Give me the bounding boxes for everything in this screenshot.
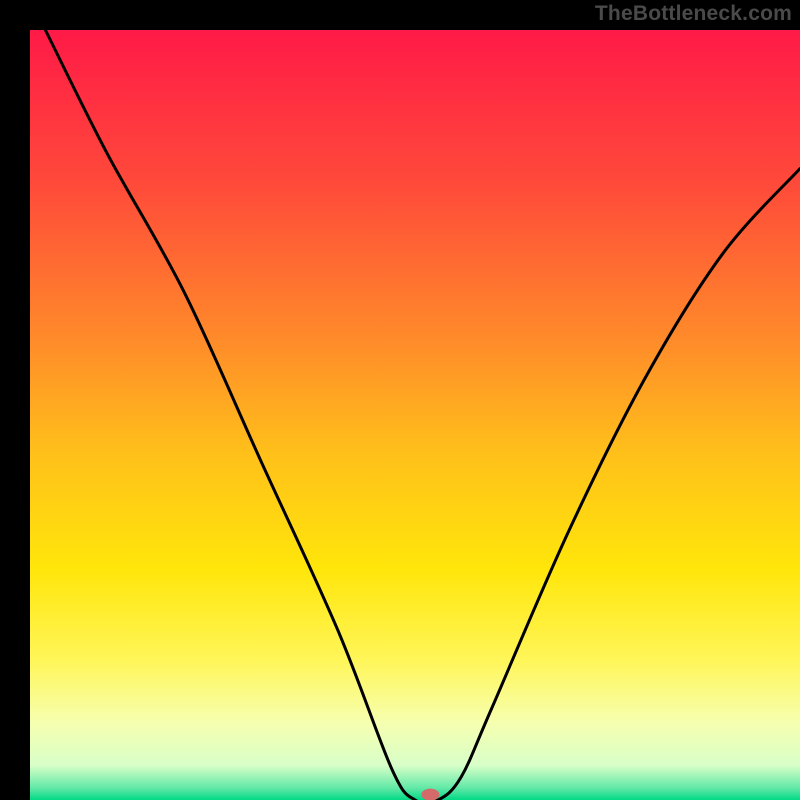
watermark-label: TheBottleneck.com xyxy=(595,2,792,26)
chart-gradient-bg xyxy=(30,30,800,800)
bottleneck-chart xyxy=(0,0,800,800)
chart-container: TheBottleneck.com xyxy=(0,0,800,800)
